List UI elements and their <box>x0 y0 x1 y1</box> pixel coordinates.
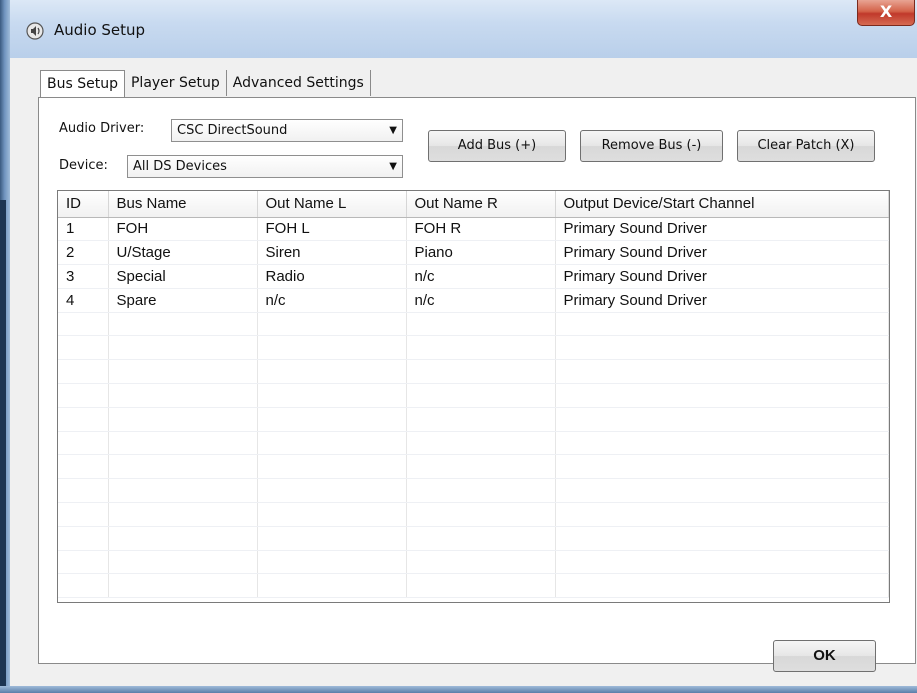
cell-out-name-l[interactable]: n/c <box>257 288 407 313</box>
empty-row[interactable] <box>58 359 889 385</box>
cell-id[interactable]: 4 <box>58 288 109 313</box>
window-title: Audio Setup <box>54 21 146 39</box>
empty-row[interactable] <box>58 502 889 527</box>
table-row[interactable]: 4 Spare n/c n/c Primary Sound Driver <box>58 288 889 313</box>
cell-id[interactable]: 3 <box>58 264 109 289</box>
empty-row[interactable] <box>58 407 889 432</box>
cell-id[interactable]: 2 <box>58 240 109 266</box>
table-row[interactable]: 1 FOH FOH L FOH R Primary Sound Driver <box>58 217 889 242</box>
empty-row[interactable] <box>58 431 889 456</box>
empty-row[interactable] <box>58 312 889 337</box>
table-header-row: ID Bus Name Out Name L Out Name R Output… <box>58 191 889 218</box>
cell-output-device[interactable]: Primary Sound Driver <box>555 264 889 289</box>
empty-row[interactable] <box>58 383 889 408</box>
table-row[interactable]: 2 U/Stage Siren Piano Primary Sound Driv… <box>58 240 889 266</box>
speaker-icon <box>26 22 44 40</box>
clear-patch-button[interactable]: Clear Patch (X) <box>737 130 875 162</box>
tab-advanced-settings[interactable]: Advanced Settings <box>227 70 371 96</box>
chevron-down-icon: ▼ <box>389 125 397 136</box>
cell-bus-name[interactable]: FOH <box>108 217 258 242</box>
column-header-id[interactable]: ID <box>58 191 109 218</box>
column-header-output-device[interactable]: Output Device/Start Channel <box>555 191 889 218</box>
cell-bus-name[interactable]: Spare <box>108 288 258 313</box>
audio-setup-window: Audio Setup X Bus Setup Player Setup Adv… <box>0 0 917 693</box>
bus-setup-panel: Audio Driver: CSC DirectSound ▼ Device: … <box>38 97 916 664</box>
cell-out-name-l[interactable]: Radio <box>257 264 407 289</box>
dialog-client-area: Bus Setup Player Setup Advanced Settings… <box>10 58 917 686</box>
remove-bus-button[interactable]: Remove Bus (-) <box>580 130 723 162</box>
cell-out-name-l[interactable]: Siren <box>257 240 407 266</box>
window-frame-shadow <box>0 200 6 693</box>
column-header-bus-name[interactable]: Bus Name <box>108 191 258 218</box>
empty-row[interactable] <box>58 573 889 599</box>
cell-bus-name[interactable]: Special <box>108 264 258 289</box>
chevron-down-icon: ▼ <box>389 161 397 172</box>
window-frame-bottom <box>0 686 917 693</box>
empty-row[interactable] <box>58 454 889 480</box>
tab-player-setup[interactable]: Player Setup <box>125 70 227 96</box>
cell-output-device[interactable]: Primary Sound Driver <box>555 288 889 313</box>
cell-output-device[interactable]: Primary Sound Driver <box>555 217 889 242</box>
close-button[interactable]: X <box>857 0 915 26</box>
ok-button[interactable]: OK <box>773 640 876 672</box>
cell-out-name-r[interactable]: n/c <box>406 264 556 289</box>
empty-row[interactable] <box>58 550 889 575</box>
cell-id[interactable]: 1 <box>58 217 109 242</box>
device-select[interactable]: All DS Devices ▼ <box>127 155 403 178</box>
tab-strip: Bus Setup Player Setup Advanced Settings <box>40 70 371 98</box>
column-header-out-name-r[interactable]: Out Name R <box>406 191 556 218</box>
device-label: Device: <box>59 158 108 173</box>
audio-driver-value: CSC DirectSound <box>177 123 288 138</box>
tab-bus-setup[interactable]: Bus Setup <box>40 70 125 98</box>
empty-row[interactable] <box>58 526 889 551</box>
cell-out-name-l[interactable]: FOH L <box>257 217 407 242</box>
table-row[interactable]: 3 Special Radio n/c Primary Sound Driver <box>58 264 889 289</box>
add-bus-button[interactable]: Add Bus (+) <box>428 130 566 162</box>
title-bar[interactable]: Audio Setup X <box>10 0 917 58</box>
cell-out-name-r[interactable]: Piano <box>406 240 556 266</box>
audio-driver-select[interactable]: CSC DirectSound ▼ <box>171 119 403 142</box>
audio-driver-label: Audio Driver: <box>59 121 145 136</box>
empty-row[interactable] <box>58 478 889 504</box>
empty-row[interactable] <box>58 335 889 361</box>
column-header-out-name-l[interactable]: Out Name L <box>257 191 407 218</box>
close-icon: X <box>879 2 893 21</box>
bus-table[interactable]: ID Bus Name Out Name L Out Name R Output… <box>57 190 890 603</box>
cell-out-name-r[interactable]: n/c <box>406 288 556 313</box>
cell-out-name-r[interactable]: FOH R <box>406 217 556 242</box>
cell-output-device[interactable]: Primary Sound Driver <box>555 240 889 266</box>
device-value: All DS Devices <box>133 159 227 174</box>
cell-bus-name[interactable]: U/Stage <box>108 240 258 266</box>
